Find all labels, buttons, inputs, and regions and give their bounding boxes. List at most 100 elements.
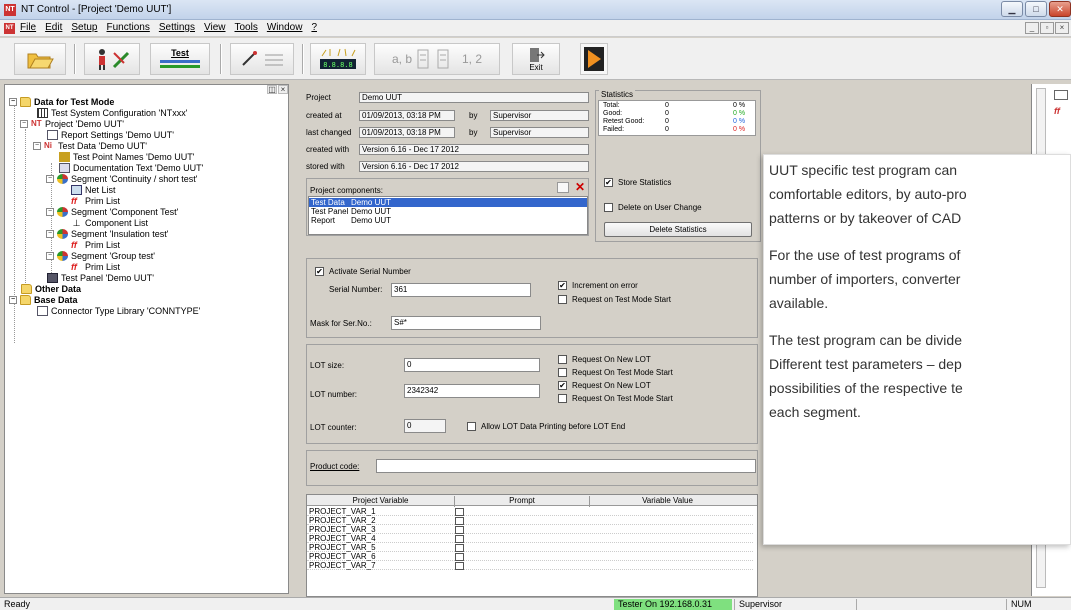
collapse-icon[interactable]: −: [9, 295, 17, 304]
lot-number-request-start-checkbox[interactable]: [558, 394, 567, 403]
allow-lot-printing-checkbox[interactable]: [467, 422, 476, 431]
table-row[interactable]: PROJECT_VAR_1: [307, 507, 753, 516]
tree-item-prim-list[interactable]: ff Prim List: [71, 261, 120, 272]
delete-statistics-button[interactable]: Delete Statistics: [604, 222, 752, 237]
prompt-checkbox[interactable]: [455, 562, 464, 570]
prompt-checkbox[interactable]: [455, 553, 464, 561]
pane-pin-icon[interactable]: ◫: [267, 85, 277, 94]
request-serial-on-start-checkbox[interactable]: [558, 295, 567, 304]
prompt-checkbox[interactable]: [455, 535, 464, 543]
tree-item-prim-list[interactable]: ff Prim List: [71, 195, 120, 206]
tree-item-segment-continuity[interactable]: − Segment 'Continuity / short test': [46, 173, 198, 184]
tree-item-segment-insulation[interactable]: − Segment 'Insulation test': [46, 228, 169, 239]
menu-settings[interactable]: Settings: [159, 22, 195, 33]
table-row[interactable]: PROJECT_VAR_5: [307, 543, 753, 552]
prim-list-icon[interactable]: ff: [1054, 106, 1060, 116]
menu-functions[interactable]: Functions: [107, 22, 150, 33]
tree-item-project[interactable]: − NT Project 'Demo UUT': [20, 118, 124, 129]
tree-item-data-for-test-mode[interactable]: − Data for Test Mode: [9, 96, 114, 107]
tree-item-component-list[interactable]: ⊥ Component List: [71, 217, 148, 228]
menu-help[interactable]: ?: [311, 22, 317, 33]
delete-on-user-change-checkbox[interactable]: [604, 203, 613, 212]
menu-view[interactable]: View: [204, 22, 226, 33]
activate-serial-checkbox[interactable]: ✔: [315, 267, 324, 276]
voltage-meter-button[interactable]: 8.8.8.8: [310, 43, 366, 75]
tree-item-other-data[interactable]: Other Data: [21, 283, 81, 294]
column-header-prompt[interactable]: Prompt: [455, 496, 590, 507]
tree-item-test-point-names[interactable]: Test Point Names 'Demo UUT': [59, 151, 194, 162]
document-icon[interactable]: NT: [4, 23, 15, 34]
play-button[interactable]: [580, 43, 608, 75]
lot-size-request-new-checkbox[interactable]: [558, 355, 567, 364]
lot-number-input[interactable]: 2342342: [404, 384, 540, 398]
open-folder-button[interactable]: [14, 43, 66, 75]
tree-item-test-panel[interactable]: Test Panel 'Demo UUT': [47, 272, 154, 283]
table-row[interactable]: PROJECT_VAR_3: [307, 525, 753, 534]
probe-button[interactable]: [230, 43, 294, 75]
table-row[interactable]: PROJECT_VAR_6: [307, 552, 753, 561]
close-icon[interactable]: ✕: [1049, 1, 1071, 17]
table-row[interactable]: PROJECT_VAR_2: [307, 516, 753, 525]
tree-item-documentation-text[interactable]: Documentation Text 'Demo UUT': [59, 162, 203, 173]
mdi-minimize-icon[interactable]: _: [1025, 22, 1039, 34]
prompt-checkbox[interactable]: [455, 544, 464, 552]
new-component-icon[interactable]: [557, 182, 569, 193]
tree-item-test-system-configuration[interactable]: Test System Configuration 'NTxxx': [37, 107, 187, 118]
test-button[interactable]: Test: [150, 43, 210, 75]
mdi-restore-icon[interactable]: ▫: [1040, 22, 1054, 34]
tree-item-prim-list[interactable]: ff Prim List: [71, 239, 120, 250]
overlay-line: available.: [769, 295, 829, 311]
collapse-icon[interactable]: −: [46, 229, 54, 238]
mask-input[interactable]: S#*: [391, 316, 541, 330]
component-row-report[interactable]: Report Demo UUT: [309, 216, 587, 225]
increment-on-error-checkbox[interactable]: ✔: [558, 281, 567, 290]
menu-setup[interactable]: Setup: [71, 22, 97, 33]
mdi-close-icon[interactable]: ×: [1055, 22, 1069, 34]
collapse-icon[interactable]: −: [9, 97, 17, 106]
tree-item-base-data[interactable]: − Base Data: [9, 294, 78, 305]
lot-size-request-start-checkbox[interactable]: [558, 368, 567, 377]
segment-numbers-label: 1, 2: [462, 52, 483, 66]
collapse-icon[interactable]: −: [33, 141, 41, 150]
tree-item-connector-library[interactable]: Connector Type Library 'CONNTYPE': [37, 305, 200, 316]
serial-number-input[interactable]: 361: [391, 283, 531, 297]
collapse-icon[interactable]: −: [46, 251, 54, 260]
component-row-test-data[interactable]: Test Data Demo UUT: [309, 198, 587, 207]
segment-numbering-button[interactable]: a, b 1, 2: [374, 43, 500, 75]
prompt-checkbox[interactable]: [455, 526, 464, 534]
lot-number-request-new-checkbox[interactable]: ✔: [558, 381, 567, 390]
column-header-value[interactable]: Variable Value: [590, 496, 745, 507]
tree-item-report-settings[interactable]: Report Settings 'Demo UUT': [47, 129, 174, 140]
exit-button[interactable]: Exit: [512, 43, 560, 75]
table-row[interactable]: PROJECT_VAR_4: [307, 534, 753, 543]
component-row-test-panel[interactable]: Test Panel Demo UUT: [309, 207, 587, 216]
tree-item-segment-group[interactable]: − Segment 'Group test': [46, 250, 155, 261]
collapse-icon[interactable]: −: [46, 207, 54, 216]
prompt-checkbox[interactable]: [455, 517, 464, 525]
lot-number-request-start-label: Request On Test Mode Start: [572, 394, 673, 403]
tree-item-net-list[interactable]: Net List: [71, 184, 116, 195]
menu-edit[interactable]: Edit: [45, 22, 62, 33]
prim-list-icon: ff: [71, 195, 77, 206]
product-code-input[interactable]: [376, 459, 756, 473]
grid-view-icon[interactable]: [1054, 90, 1068, 100]
menu-window[interactable]: Window: [267, 22, 303, 33]
store-statistics-checkbox[interactable]: ✔: [604, 178, 613, 187]
column-header-variable[interactable]: Project Variable: [307, 496, 455, 507]
collapse-icon[interactable]: −: [46, 174, 54, 183]
tree-item-test-data[interactable]: − Ni Test Data 'Demo UUT': [33, 140, 147, 151]
collapse-icon[interactable]: −: [20, 119, 28, 128]
maximize-icon[interactable]: □: [1025, 1, 1047, 17]
prompt-checkbox[interactable]: [455, 508, 464, 516]
user-test-button[interactable]: [84, 43, 140, 75]
serial-number-label: Serial Number:: [329, 285, 383, 294]
pane-close-icon[interactable]: ×: [278, 85, 288, 94]
minimize-icon[interactable]: ▁: [1001, 1, 1023, 17]
delete-component-icon[interactable]: ✕: [573, 181, 587, 194]
lot-size-input[interactable]: 0: [404, 358, 540, 372]
folder-icon: [21, 283, 32, 294]
tree-item-segment-component[interactable]: − Segment 'Component Test': [46, 206, 178, 217]
menu-file[interactable]: File: [20, 22, 36, 33]
table-row[interactable]: PROJECT_VAR_7: [307, 561, 753, 570]
menu-tools[interactable]: Tools: [235, 22, 258, 33]
